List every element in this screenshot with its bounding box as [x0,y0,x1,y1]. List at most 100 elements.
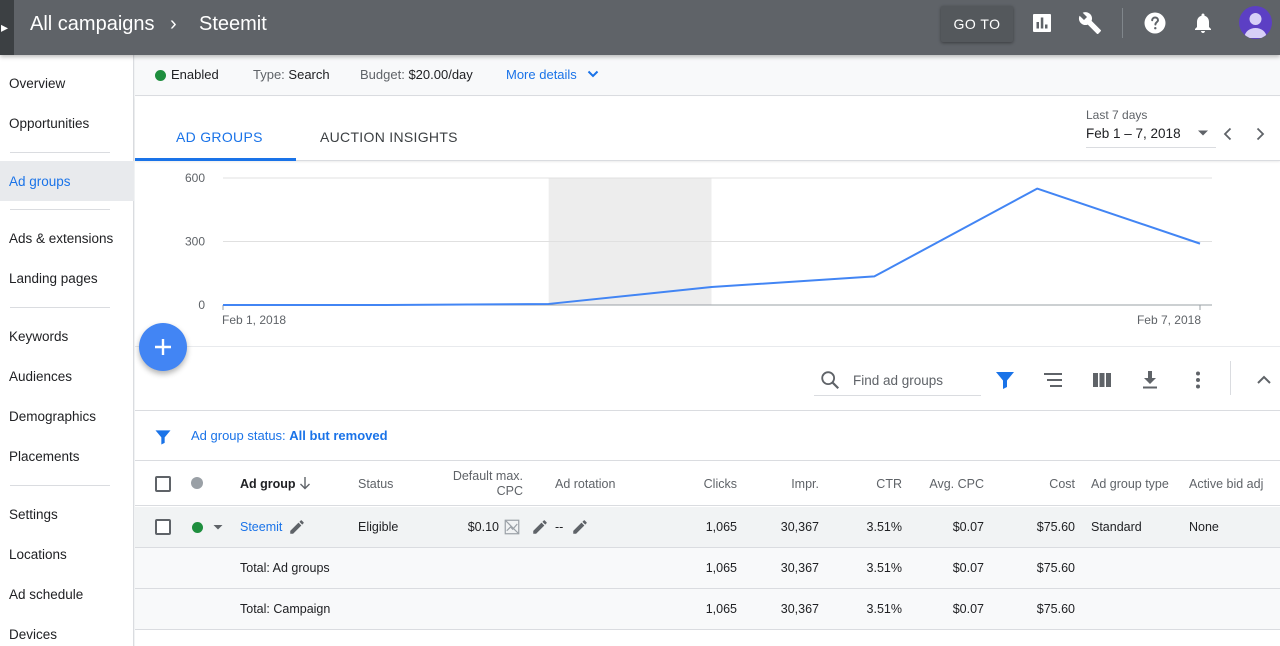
ad-group-active-bid-adj: None [1189,520,1219,534]
performance-chart: 0 300 600 Feb 1, 2018 Feb 7, 2018 [135,162,1280,346]
sort-arrow-down-icon[interactable] [297,475,313,491]
filter-icon [155,430,171,445]
sidebar-item-demographics[interactable]: Demographics [0,396,134,436]
sidebar-item-locations[interactable]: Locations [0,534,134,574]
y-tick-label: 600 [185,171,205,185]
ad-group-ctr: 3.51% [866,520,902,534]
ad-group-clicks: 1,065 [705,520,737,534]
sidebar-item-ad-groups[interactable]: Ad groups [0,161,134,201]
total-label: Total: Campaign [240,602,331,616]
tab-ad-groups[interactable]: AD GROUPS [176,129,263,145]
total-row-ad-groups: Total: Ad groups 1,065 30,367 3.51% $0.0… [135,548,1280,589]
line-chart: 0 300 600 Feb 1, 2018 Feb 7, 2018 [185,171,1212,327]
sidebar-divider [10,152,110,153]
bid-strategy-chart-icon[interactable] [503,518,521,536]
column-header-ad-group-type[interactable]: Ad group type [1091,477,1169,491]
chevron-left-icon[interactable] [1220,126,1236,142]
dropdown-arrow-icon[interactable] [1197,129,1209,137]
edit-pencil-icon[interactable] [531,518,549,536]
sidebar-item-overview[interactable]: Overview [0,63,134,103]
search-icon[interactable] [819,369,841,391]
chevron-right-icon[interactable] [1252,126,1268,142]
campaign-status-bar: Enabled Type: Search Budget: $20.00/day … [135,55,1280,96]
column-header-ad-group[interactable]: Ad group [240,477,296,491]
edit-pencil-icon[interactable] [288,518,306,536]
download-icon[interactable] [1138,368,1162,392]
sidebar-item-opportunities[interactable]: Opportunities [0,103,134,143]
more-vertical-icon[interactable] [1186,368,1210,392]
tools-wrench-icon[interactable] [1078,11,1102,35]
find-ad-groups-input[interactable] [853,369,979,391]
active-tab-indicator [135,158,296,161]
status-dropdown-arrow-icon[interactable] [212,519,224,535]
sidebar-item-audiences[interactable]: Audiences [0,356,134,396]
sidebar-divider [10,307,110,308]
date-range-label: Last 7 days [1086,108,1148,122]
top-bar-divider [1122,8,1123,38]
select-all-checkbox[interactable] [155,476,171,492]
date-range-selector[interactable]: Feb 1 – 7, 2018 [1086,126,1181,141]
ad-group-status: Eligible [358,520,399,534]
column-header-default-max-cpc-line2: CPC [496,484,523,498]
sidebar-item-landing-pages[interactable]: Landing pages [0,258,134,298]
arrow-right-icon: ▸ [1,19,9,35]
tab-auction-insights[interactable]: AUCTION INSIGHTS [320,129,458,145]
total-clicks: 1,065 [705,561,737,575]
breadcrumb-current-campaign[interactable]: Steemit [199,12,267,36]
ad-group-cost: $75.60 [1036,520,1075,534]
column-header-avg-cpc[interactable]: Avg. CPC [914,477,984,491]
filter-chip[interactable]: Ad group status: All but removed [191,428,388,443]
budget-value: $20.00/day [408,67,473,82]
column-header-impr[interactable]: Impr. [757,477,819,491]
x-tick-label: Feb 1, 2018 [222,313,286,327]
column-header-default-max-cpc-line1: Default max. [452,469,523,483]
help-icon[interactable] [1143,11,1167,35]
sidebar-item-placements[interactable]: Placements [0,436,134,476]
total-ctr: 3.51% [866,602,902,616]
chevron-up-icon[interactable] [1252,368,1276,392]
breadcrumb-all-campaigns[interactable]: All campaigns [30,12,155,36]
drawer-toggle[interactable]: ▸ [0,0,14,55]
segment-icon[interactable] [1041,368,1065,392]
plus-icon [155,339,171,355]
edit-pencil-icon[interactable] [571,518,589,536]
campaign-budget: Budget: $20.00/day [360,67,473,82]
chevron-down-icon[interactable] [586,67,600,81]
column-header-cost[interactable]: Cost [1005,477,1075,491]
column-header-ctr[interactable]: CTR [840,477,902,491]
total-clicks: 1,065 [705,602,737,616]
ad-group-name-link[interactable]: Steemit [240,520,282,534]
column-header-default-max-cpc[interactable]: Default max. CPC [435,469,523,499]
sidebar-item-ad-schedule[interactable]: Ad schedule [0,574,134,614]
x-tick-label: Feb 7, 2018 [1137,313,1201,327]
active-filter-bar: Ad group status: All but removed [135,412,1280,461]
total-cost: $75.60 [1036,561,1075,575]
status-enabled-dot[interactable] [192,522,203,533]
budget-label: Budget: [360,67,405,82]
sidebar-item-devices[interactable]: Devices [0,614,134,646]
reports-icon[interactable] [1030,11,1054,35]
sidebar-item-keywords[interactable]: Keywords [0,316,134,356]
column-header-ad-rotation[interactable]: Ad rotation [555,477,615,491]
column-header-clicks[interactable]: Clicks [675,477,737,491]
column-header-status[interactable]: Status [358,477,393,491]
sidebar-item-ads-extensions[interactable]: Ads & extensions [0,218,134,258]
total-row-campaign: Total: Campaign 1,065 30,367 3.51% $0.07… [135,589,1280,630]
ad-group-default-max-cpc: $0.10 [467,520,499,534]
filter-icon[interactable] [993,368,1017,392]
row-select-checkbox[interactable] [155,519,171,535]
account-avatar[interactable] [1239,6,1272,39]
add-ad-group-button[interactable] [139,323,187,371]
status-column-dot [191,477,203,489]
user-avatar-icon [1244,13,1267,38]
campaign-status[interactable]: Enabled [171,67,219,82]
sidebar-item-settings[interactable]: Settings [0,494,134,534]
columns-icon[interactable] [1090,368,1114,392]
ad-group-type: Standard [1091,520,1142,534]
table-row[interactable]: Steemit Eligible $0.10 -- 1,065 30,367 3… [135,507,1280,548]
notifications-bell-icon[interactable] [1191,11,1215,35]
total-avg-cpc: $0.07 [952,602,984,616]
more-details-link[interactable]: More details [506,67,577,82]
go-to-button[interactable]: GO TO [941,6,1013,42]
column-header-active-bid-adj[interactable]: Active bid adj [1189,477,1263,491]
